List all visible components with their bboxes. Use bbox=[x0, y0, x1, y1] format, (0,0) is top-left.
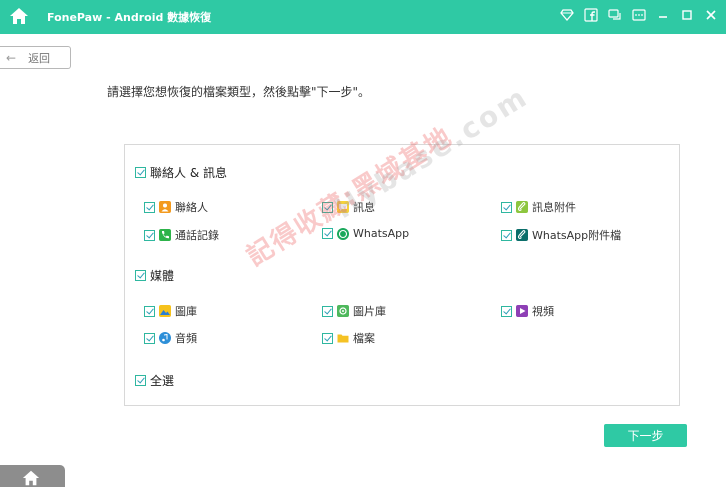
next-button[interactable]: 下一步 bbox=[604, 424, 687, 447]
checkbox-video[interactable] bbox=[501, 305, 512, 317]
item-label: WhatsApp附件檔 bbox=[532, 229, 622, 242]
checkbox-media[interactable] bbox=[135, 270, 146, 281]
chat-icon[interactable] bbox=[608, 8, 622, 22]
diamond-icon[interactable] bbox=[560, 8, 574, 22]
item-audio[interactable]: 音頻 bbox=[144, 330, 197, 346]
item-label: 圖片庫 bbox=[353, 305, 386, 318]
group-contacts-messages[interactable]: 聯絡人 & 訊息 bbox=[135, 164, 227, 181]
file-type-panel: 聯絡人 & 訊息 聯絡人 訊息 訊息附件 通話記錄 WhatsApp Whats… bbox=[124, 144, 680, 406]
checkbox-picture-library[interactable] bbox=[322, 305, 333, 317]
whatsapp-icon bbox=[337, 227, 349, 240]
item-call-log[interactable]: 通話記錄 bbox=[144, 227, 219, 243]
minimize-icon[interactable] bbox=[656, 8, 670, 22]
checkbox-whatsapp[interactable] bbox=[322, 228, 333, 239]
select-all[interactable]: 全選 bbox=[135, 372, 174, 389]
instruction-text: 請選擇您想恢復的檔案類型，然後點擊"下一步"。 bbox=[107, 85, 371, 99]
close-icon[interactable] bbox=[704, 8, 718, 22]
item-label: 通話記錄 bbox=[175, 229, 219, 242]
item-picture-library[interactable]: 圖片庫 bbox=[322, 303, 386, 319]
item-contacts[interactable]: 聯絡人 bbox=[144, 199, 208, 215]
gallery-icon bbox=[159, 305, 171, 317]
item-label: 訊息附件 bbox=[532, 201, 576, 214]
item-label: 視頻 bbox=[532, 305, 554, 318]
menu-icon[interactable] bbox=[632, 8, 646, 22]
group-label: 聯絡人 & 訊息 bbox=[150, 166, 227, 180]
item-label: 檔案 bbox=[353, 332, 375, 345]
title-bar: FonePaw - Android 數據恢復 bbox=[0, 0, 726, 34]
maximize-icon[interactable] bbox=[680, 8, 694, 22]
audio-icon bbox=[159, 332, 171, 344]
checkbox-contacts[interactable] bbox=[144, 201, 155, 213]
checkbox-audio[interactable] bbox=[144, 332, 155, 344]
home-icon bbox=[22, 470, 40, 486]
back-button[interactable]: ← 返回 bbox=[0, 46, 71, 69]
item-label: 圖庫 bbox=[175, 305, 197, 318]
item-whatsapp[interactable]: WhatsApp bbox=[322, 227, 409, 240]
folder-icon bbox=[337, 332, 349, 344]
bottom-home-tab[interactable] bbox=[0, 465, 65, 487]
select-all-label: 全選 bbox=[150, 374, 175, 388]
checkbox-documents[interactable] bbox=[322, 332, 333, 344]
window-controls bbox=[560, 8, 718, 22]
item-gallery[interactable]: 圖庫 bbox=[144, 303, 197, 319]
item-label: 音頻 bbox=[175, 332, 197, 345]
checkbox-contacts-messages[interactable] bbox=[135, 167, 146, 178]
contacts-icon bbox=[159, 201, 171, 213]
back-label: 返回 bbox=[28, 51, 51, 65]
checkbox-select-all[interactable] bbox=[135, 375, 146, 386]
group-label: 媒體 bbox=[150, 269, 175, 283]
whatsapp-attachment-icon bbox=[516, 229, 528, 241]
item-label: WhatsApp bbox=[353, 227, 410, 240]
item-message-attachments[interactable]: 訊息附件 bbox=[501, 199, 576, 215]
item-label: 聯絡人 bbox=[175, 201, 208, 214]
attachment-icon bbox=[516, 201, 528, 213]
item-documents[interactable]: 檔案 bbox=[322, 330, 375, 346]
group-media[interactable]: 媒體 bbox=[135, 267, 174, 284]
app-title: FonePaw - Android 數據恢復 bbox=[47, 11, 212, 24]
checkbox-messages[interactable] bbox=[322, 201, 333, 213]
item-label: 訊息 bbox=[353, 201, 375, 214]
item-video[interactable]: 視頻 bbox=[501, 303, 554, 319]
facebook-icon[interactable] bbox=[584, 8, 598, 22]
checkbox-whatsapp-attachments[interactable] bbox=[501, 229, 512, 241]
call-log-icon bbox=[159, 229, 171, 241]
picture-library-icon bbox=[337, 305, 349, 317]
checkbox-gallery[interactable] bbox=[144, 305, 155, 317]
checkbox-message-attachments[interactable] bbox=[501, 201, 512, 213]
home-icon[interactable] bbox=[9, 6, 29, 26]
messages-icon bbox=[337, 201, 349, 213]
item-whatsapp-attachments[interactable]: WhatsApp附件檔 bbox=[501, 227, 621, 243]
checkbox-call-log[interactable] bbox=[144, 229, 155, 241]
back-arrow-icon: ← bbox=[6, 50, 17, 65]
video-icon bbox=[516, 305, 528, 317]
item-messages[interactable]: 訊息 bbox=[322, 199, 375, 215]
